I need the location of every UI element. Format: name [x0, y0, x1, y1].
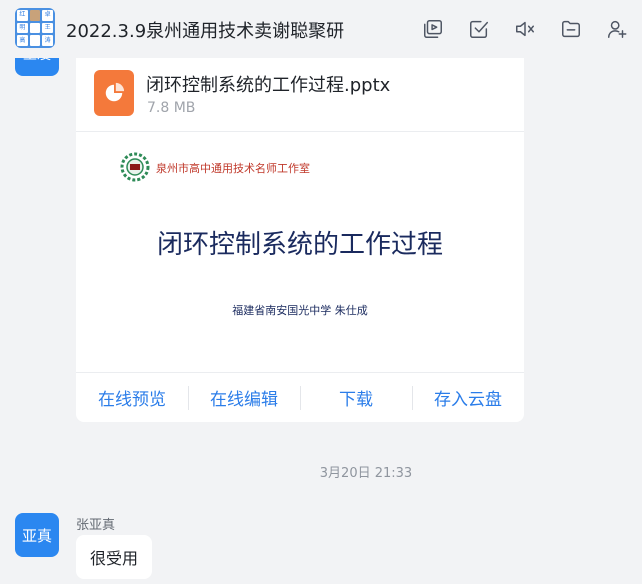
avatar-cell: 高: [17, 35, 28, 46]
message-bubble[interactable]: 很受用: [76, 535, 153, 579]
file-message-card[interactable]: 闭环控制系统的工作过程.pptx 7.8 MB 泉州市高中通用技术名师工作室 闭…: [76, 58, 524, 422]
avatar-photo-cell: [29, 10, 41, 21]
add-member-button[interactable]: [604, 16, 630, 42]
folder-icon: [562, 20, 580, 38]
files-button[interactable]: [558, 16, 584, 42]
pptx-file-icon: [94, 70, 134, 116]
file-info[interactable]: 闭环控制系统的工作过程.pptx 7.8 MB: [76, 58, 524, 132]
file-name: 闭环控制系统的工作过程.pptx: [146, 75, 391, 96]
video-playback-button[interactable]: [420, 16, 446, 42]
slide-title: 闭环控制系统的工作过程: [156, 230, 443, 260]
header-toolbar: [420, 16, 630, 42]
video-playback-icon: [424, 20, 442, 38]
save-to-cloud-button[interactable]: 存入云盘: [412, 373, 524, 422]
chat-title: 2022.3.9泉州通用技术卖谢聪聚研: [66, 21, 345, 42]
add-member-icon: [608, 20, 627, 38]
task-button[interactable]: [466, 16, 492, 42]
mute-button[interactable]: [512, 16, 538, 42]
file-actions: 在线预览 在线编辑 下载 存入云盘: [76, 372, 524, 422]
file-size: 7.8 MB: [147, 100, 196, 116]
avatar-cell: 明: [17, 22, 28, 34]
avatar-cell: [29, 22, 41, 34]
school-logo: [120, 152, 150, 182]
slide-preview[interactable]: 泉州市高中通用技术名师工作室 闭环控制系统的工作过程 福建省南安国光中学 朱仕成: [76, 132, 524, 372]
avatar-cell: 王: [42, 22, 53, 34]
sender-avatar[interactable]: 亚真: [15, 513, 59, 557]
sender-name: 张亚真: [76, 518, 116, 533]
download-button[interactable]: 下载: [300, 373, 412, 422]
avatar-cell: [29, 35, 41, 46]
speaker-mute-icon: [516, 21, 534, 37]
slide-author: 福建省南安国光中学 朱仕成: [232, 304, 368, 317]
group-avatar[interactable]: 红 卓 明 王 高 涛: [15, 8, 55, 48]
chat-header: 红 卓 明 王 高 涛 2022.3.9泉州通用技术卖谢聪聚研: [0, 0, 642, 58]
studio-name: 泉州市高中通用技术名师工作室: [156, 162, 310, 175]
task-check-icon: [470, 20, 488, 38]
avatar-cell: 卓: [42, 10, 53, 21]
message-timestamp: 3月20日 21:33: [319, 466, 413, 481]
edit-online-button[interactable]: 在线编辑: [188, 373, 300, 422]
avatar-cell: 红: [17, 10, 28, 21]
preview-online-button[interactable]: 在线预览: [76, 373, 188, 422]
avatar-cell: 涛: [42, 35, 53, 46]
